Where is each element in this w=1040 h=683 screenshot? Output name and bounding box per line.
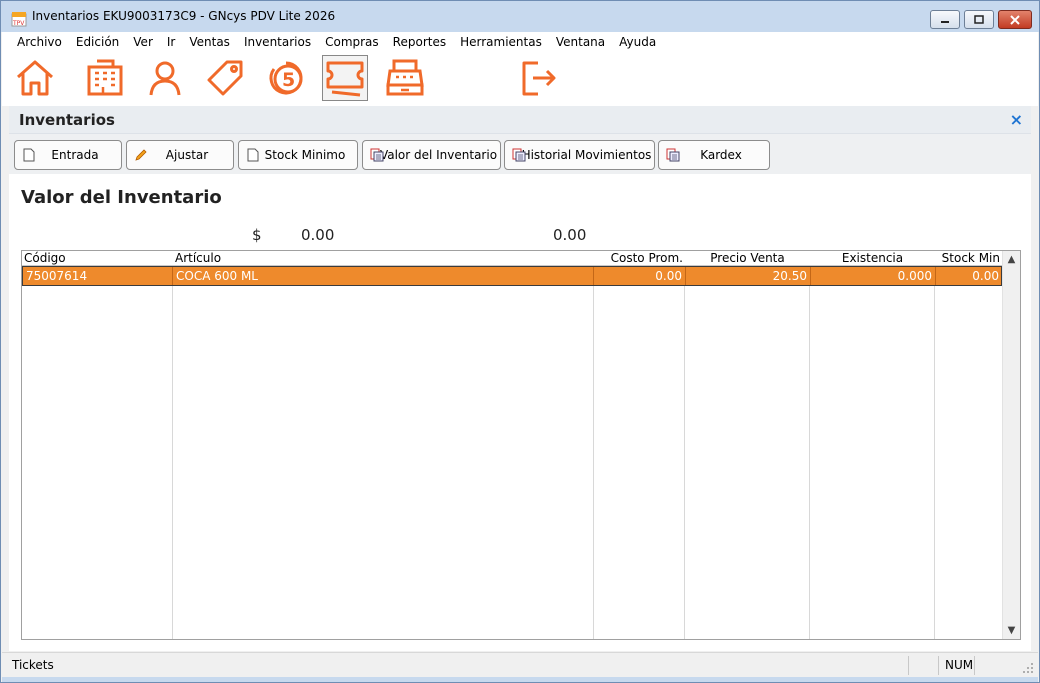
page-heading: Valor del Inventario <box>21 187 222 208</box>
restore-icon <box>974 14 984 24</box>
cell-precio: 20.50 <box>686 267 811 285</box>
menu-inventarios[interactable]: Inventarios <box>237 35 318 49</box>
home-button[interactable] <box>12 55 58 101</box>
column-header-costo[interactable]: Costo Prom. <box>594 251 685 266</box>
column-divider <box>172 286 173 639</box>
vertical-scrollbar[interactable]: ▲ ▼ <box>1002 251 1020 639</box>
main-toolbar: 5 <box>2 52 1038 106</box>
column-header-codigo[interactable]: Código <box>22 251 172 266</box>
tag-icon <box>207 60 243 96</box>
menu-reportes[interactable]: Reportes <box>386 35 453 49</box>
user-icon <box>149 61 181 96</box>
table-header: Código Artículo Costo Prom. Precio Venta… <box>22 251 1002 266</box>
column-divider <box>809 286 810 639</box>
window-bottom-border <box>2 677 1038 682</box>
cell-codigo: 75007614 <box>23 267 173 285</box>
menu-ayuda[interactable]: Ayuda <box>612 35 663 49</box>
column-divider <box>684 286 685 639</box>
cash-register-button[interactable] <box>382 55 428 101</box>
minimize-icon <box>941 20 949 23</box>
exit-icon <box>522 61 556 96</box>
cell-articulo: COCA 600 ML <box>173 267 594 285</box>
column-divider <box>934 286 935 639</box>
column-header-existencia[interactable]: Existencia <box>810 251 935 266</box>
pencil-icon <box>135 149 147 161</box>
column-header-stock-min[interactable]: Stock Min <box>935 251 1002 266</box>
stock-minimo-button[interactable]: Stock Minimo <box>238 140 358 170</box>
app-window: TPV Inventarios EKU9003173C9 - GNcys PDV… <box>0 0 1040 683</box>
coin-icon: 5 <box>269 61 303 95</box>
section-title: Inventarios <box>19 111 115 129</box>
tickets-button[interactable] <box>322 55 368 101</box>
status-text: Tickets <box>12 658 54 672</box>
minimize-button[interactable] <box>930 10 960 29</box>
exit-button[interactable] <box>514 55 560 101</box>
payments-button[interactable]: 5 <box>262 55 308 101</box>
ticket-icon <box>326 61 364 97</box>
cell-costo: 0.00 <box>594 267 686 285</box>
app-logo-icon: TPV <box>11 12 27 27</box>
customers-button[interactable] <box>142 55 188 101</box>
total-cost-value: 0.00 <box>301 226 335 244</box>
close-window-button[interactable] <box>998 10 1032 29</box>
building-icon <box>87 59 123 96</box>
status-pane-empty <box>974 656 1014 675</box>
maximize-button[interactable] <box>964 10 994 29</box>
column-header-articulo[interactable]: Artículo <box>173 251 593 266</box>
menu-edicion[interactable]: Edición <box>69 35 126 49</box>
column-divider <box>593 286 594 639</box>
status-bar: Tickets NUM <box>2 652 1038 677</box>
menu-ventana[interactable]: Ventana <box>549 35 612 49</box>
valor-inventario-button[interactable]: Valor del Inventario <box>362 140 501 170</box>
menu-ir[interactable]: Ir <box>160 35 182 49</box>
close-icon <box>1010 14 1020 25</box>
menu-herramientas[interactable]: Herramientas <box>453 35 549 49</box>
scroll-up-icon[interactable]: ▲ <box>1003 251 1020 268</box>
title-bar[interactable]: TPV Inventarios EKU9003173C9 - GNcys PDV… <box>1 1 1039 32</box>
cell-stock-min: 0.00 <box>972 269 999 283</box>
menu-ver[interactable]: Ver <box>126 35 160 49</box>
company-button[interactable] <box>82 55 128 101</box>
total-sale-value: 0.00 <box>553 226 587 244</box>
home-icon <box>17 60 53 96</box>
table-row[interactable]: 75007614 COCA 600 ML 0.00 20.50 0.000 0.… <box>22 266 1002 286</box>
action-bar: Entrada Ajustar Stock Minimo Valor del I… <box>9 134 1031 174</box>
historial-movimientos-label: Historial Movimientos <box>521 148 652 162</box>
report-icon <box>370 148 384 162</box>
window-title: Inventarios EKU9003173C9 - GNcys PDV Lit… <box>32 9 336 23</box>
cash-register-icon <box>386 59 424 96</box>
status-pane-empty <box>908 656 938 675</box>
svg-text:TPV: TPV <box>12 20 25 27</box>
menu-bar: Archivo Edición Ver Ir Ventas Inventario… <box>2 32 1038 52</box>
historial-movimientos-button[interactable]: Historial Movimientos <box>504 140 655 170</box>
menu-compras[interactable]: Compras <box>318 35 386 49</box>
close-section-icon[interactable]: × <box>1010 110 1023 129</box>
menu-ventas[interactable]: Ventas <box>182 35 237 49</box>
cell-existencia: 0.000 <box>811 267 936 285</box>
scroll-down-icon[interactable]: ▼ <box>1003 622 1020 639</box>
content-area: Valor del Inventario $ 0.00 0.00 Código … <box>9 174 1031 651</box>
column-header-precio[interactable]: Precio Venta <box>685 251 810 266</box>
resize-grip-icon[interactable] <box>1022 662 1034 674</box>
svg-text:5: 5 <box>282 69 295 91</box>
entrada-button[interactable]: Entrada <box>14 140 122 170</box>
status-num-indicator: NUM <box>938 656 974 675</box>
menu-archivo[interactable]: Archivo <box>10 35 69 49</box>
kardex-button[interactable]: Kardex <box>658 140 770 170</box>
products-button[interactable] <box>202 55 248 101</box>
currency-symbol: $ <box>252 226 262 244</box>
document-icon <box>247 148 259 162</box>
report-icon <box>512 148 526 162</box>
section-header: Inventarios × <box>9 106 1031 134</box>
ajustar-button[interactable]: Ajustar <box>126 140 234 170</box>
report-icon <box>666 148 680 162</box>
inventory-table[interactable]: Código Artículo Costo Prom. Precio Venta… <box>21 250 1021 640</box>
document-icon <box>23 148 35 162</box>
